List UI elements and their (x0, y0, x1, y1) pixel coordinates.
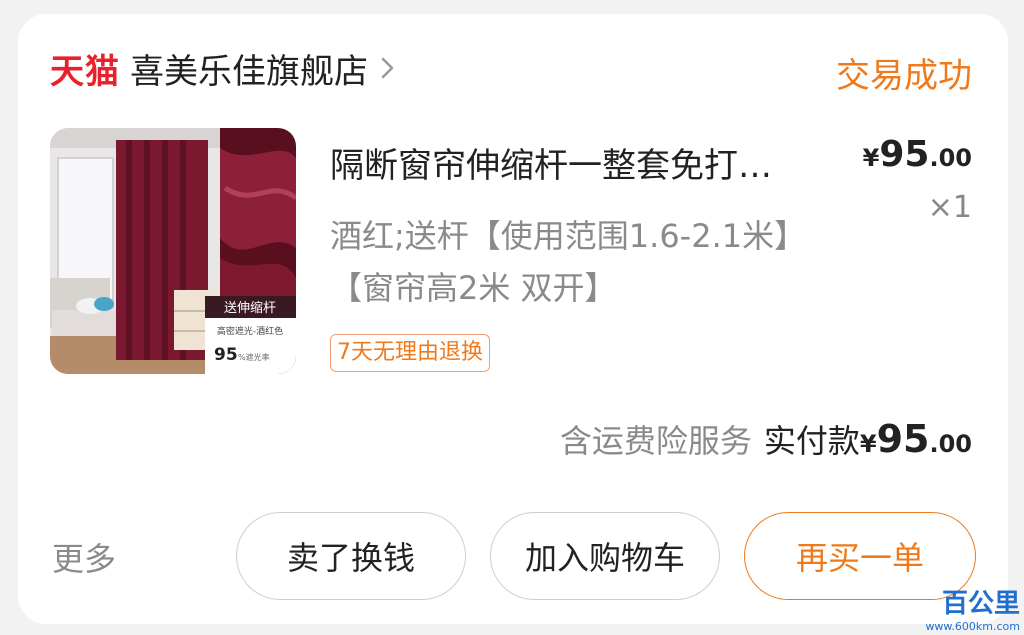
image-percent-suffix: %遮光率 (238, 352, 270, 362)
more-button[interactable]: 更多 (52, 534, 116, 580)
chevron-right-icon[interactable] (378, 53, 398, 83)
paid-symbol: ¥ (859, 430, 877, 458)
shop-header[interactable]: 天猫 喜美乐佳旗舰店 (50, 44, 398, 92)
paid-label: 实付款 (763, 422, 860, 460)
product-spec: 酒红;送杆【使用范围1.6-2.1米】【窗帘高2米 双开】 (330, 217, 807, 307)
sell-button[interactable]: 卖了换钱 (236, 512, 466, 600)
paid-decimal: .00 (929, 430, 972, 458)
product-title[interactable]: 隔断窗帘伸缩杆一整套免打… (330, 138, 850, 187)
add-to-cart-button[interactable]: 加入购物车 (490, 512, 720, 600)
image-percent-text: 95 (214, 345, 238, 365)
return-policy-badge: 7天无理由退换 (330, 334, 490, 372)
product-price: ¥95.00 (863, 134, 972, 175)
watermark: 百公里 www.600km.com (925, 583, 1020, 633)
insurance-service: 含运费险服务 (559, 422, 752, 460)
watermark-url: www.600km.com (925, 620, 1020, 633)
order-status: 交易成功 (836, 56, 972, 96)
order-total: 含运费险服务 实付款 ¥95.00 (560, 416, 972, 462)
price-symbol: ¥ (862, 144, 880, 172)
order-card[interactable]: 天猫 喜美乐佳旗舰店 交易成功 送伸缩杆 高密遮光-酒红色 95 %遮光率 隔断… (18, 14, 1008, 624)
image-label-text: 送伸缩杆 (224, 300, 276, 316)
price-decimal: .00 (929, 144, 972, 172)
curtain-product-illustration: 送伸缩杆 高密遮光-酒红色 95 %遮光率 (50, 128, 296, 374)
product-image[interactable]: 送伸缩杆 高密遮光-酒红色 95 %遮光率 (50, 128, 296, 374)
price-integer: 95 (879, 134, 930, 175)
paid-integer: 95 (876, 417, 930, 461)
tmall-logo: 天猫 (50, 51, 120, 92)
product-quantity: ×1 (927, 190, 972, 225)
shop-name[interactable]: 喜美乐佳旗舰店 (130, 44, 368, 93)
image-sub-text: 高密遮光-酒红色 (217, 325, 283, 337)
watermark-main: 百公里 (941, 589, 1020, 619)
